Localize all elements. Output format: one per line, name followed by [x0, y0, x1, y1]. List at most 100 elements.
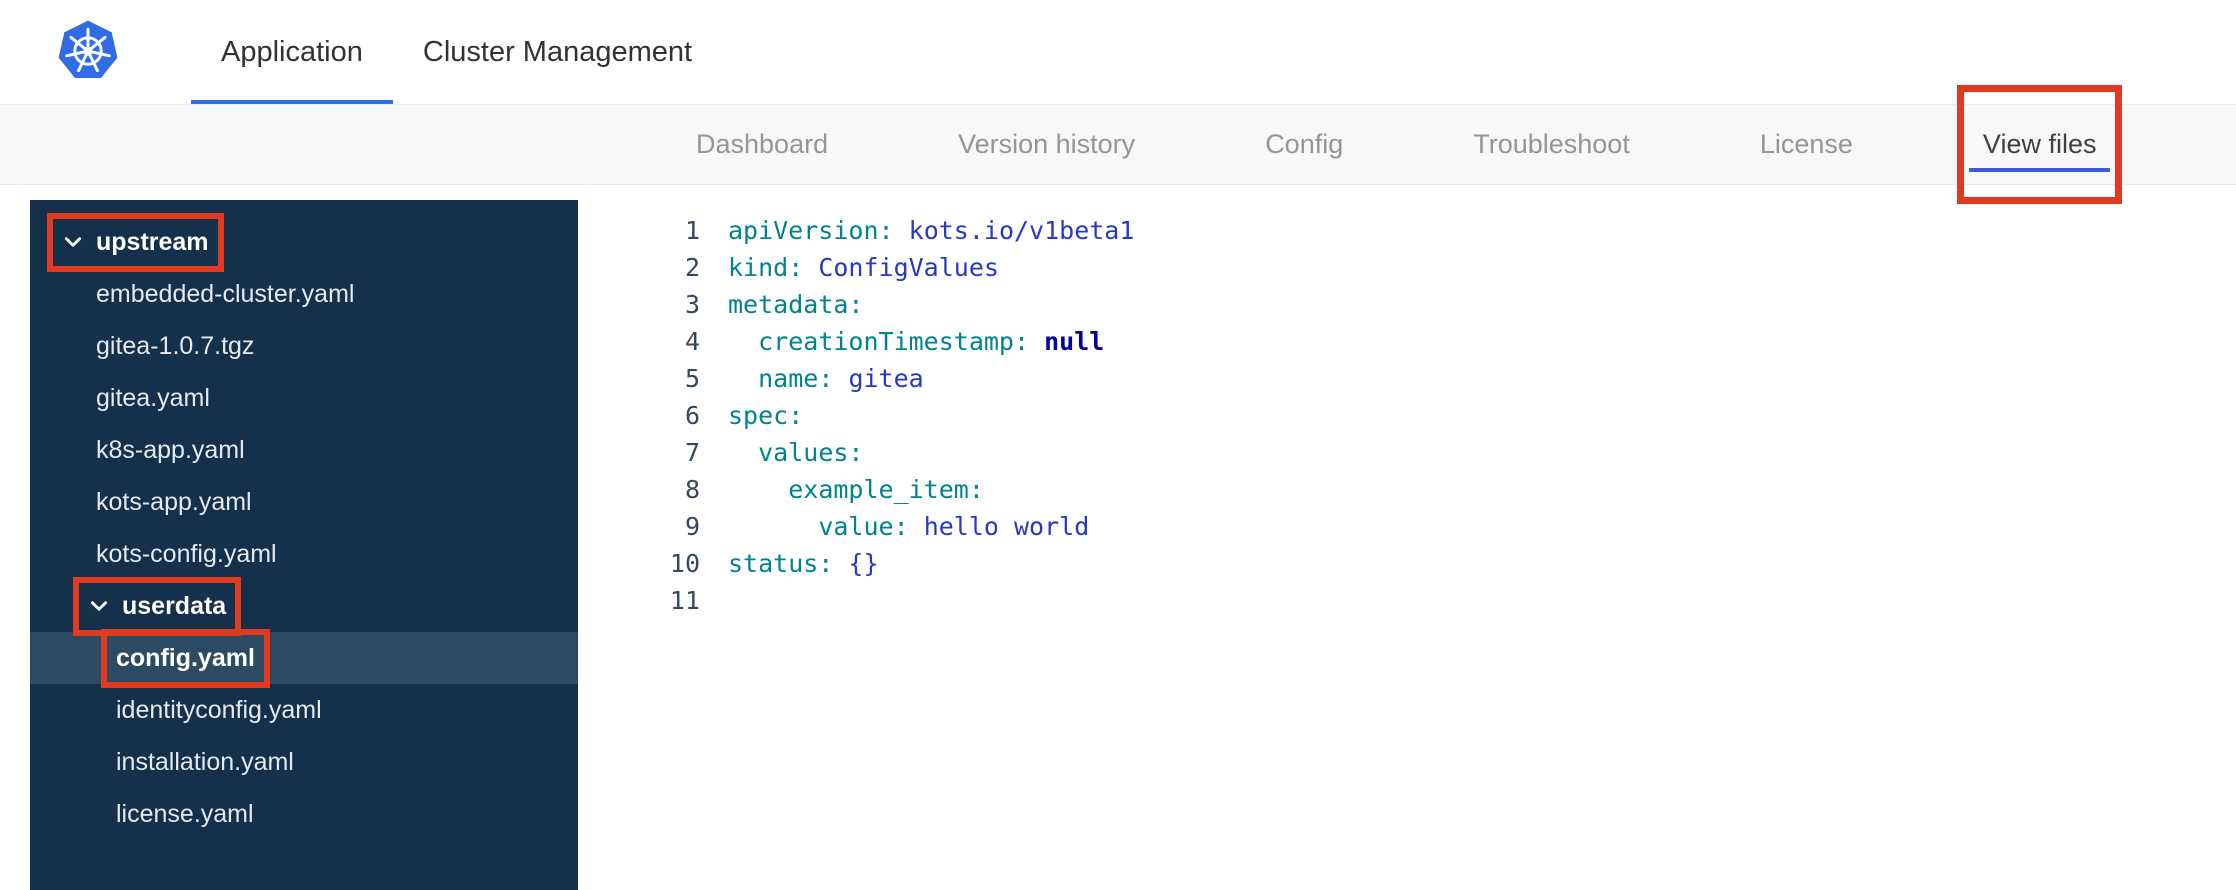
file-label: embedded-cluster.yaml: [96, 279, 355, 308]
code-token: creationTimestamp:: [758, 327, 1030, 356]
code-token: null: [1044, 327, 1105, 356]
top-tab-application[interactable]: Application: [191, 0, 393, 104]
code-token: name:: [758, 364, 834, 393]
nav-item-view-files[interactable]: View files: [1956, 85, 2123, 204]
tree-row-inner: upstream: [47, 212, 224, 272]
code-token: metadata:: [728, 290, 864, 319]
line-number: 7: [684, 438, 700, 467]
file-label: installation.yaml: [116, 747, 294, 776]
code-token: example_item:: [788, 475, 984, 504]
line-number: 10: [669, 549, 700, 578]
line-number: 2: [684, 253, 700, 282]
nav-item-troubleshoot[interactable]: Troubleshoot: [1467, 105, 1636, 184]
code-text: apiVersion: kots.io/v1beta1: [728, 212, 1134, 249]
nav-item-config[interactable]: Config: [1259, 105, 1349, 184]
code-line: 2 kind: ConfigValues: [578, 249, 2236, 286]
top-tab-cluster-management[interactable]: Cluster Management: [393, 0, 722, 104]
nav-item-version-history[interactable]: Version history: [952, 105, 1141, 184]
file-label: license.yaml: [116, 799, 254, 828]
chevron-down-icon: [88, 595, 110, 617]
code-text: values:: [728, 434, 863, 471]
code-line: 5 name: gitea: [578, 360, 2236, 397]
code-line: 3 metadata:: [578, 286, 2236, 323]
file-tree-folder-upstream[interactable]: upstream: [30, 212, 578, 272]
file-label: gitea.yaml: [96, 383, 210, 412]
code-token: apiVersion:: [728, 216, 894, 245]
file-tree-file-license-yaml[interactable]: license.yaml: [30, 788, 578, 840]
line-number: 5: [684, 364, 700, 393]
tree-row-inner: k8s-app.yaml: [96, 436, 245, 465]
tree-row-inner: embedded-cluster.yaml: [96, 280, 354, 309]
tree-row-inner: kots-app.yaml: [96, 488, 252, 517]
tree-row-inner: config.yaml: [101, 628, 270, 688]
code-text: name: gitea: [728, 360, 924, 397]
file-label: kots-app.yaml: [96, 487, 252, 516]
nav-item-label: Config: [1265, 129, 1344, 159]
code-text: spec:: [728, 397, 803, 434]
code-text: kind: ConfigValues: [728, 249, 999, 286]
code-line: 7 values:: [578, 434, 2236, 471]
file-tree-file-kots-config-yaml[interactable]: kots-config.yaml: [30, 528, 578, 580]
file-tree-file-identityconfig-yaml[interactable]: identityconfig.yaml: [30, 684, 578, 736]
code-line: 4 creationTimestamp: null: [578, 323, 2236, 360]
file-tree-file-gitea-yaml[interactable]: gitea.yaml: [30, 372, 578, 424]
code-text: creationTimestamp: null: [728, 323, 1104, 360]
file-label: k8s-app.yaml: [96, 435, 245, 464]
code-line: 11: [578, 582, 2236, 619]
line-number: 9: [684, 512, 700, 541]
code-line: 1 apiVersion: kots.io/v1beta1: [578, 212, 2236, 249]
nav-item-license[interactable]: License: [1754, 105, 1859, 184]
code-token: spec:: [728, 401, 804, 430]
file-tree-file-config-yaml[interactable]: config.yaml: [30, 628, 578, 688]
content-area: upstream embedded-cluster.yaml gitea-1.0…: [0, 185, 2236, 890]
code-token: status:: [728, 549, 834, 578]
folder-label: upstream: [96, 227, 209, 256]
top-tab-label: Application: [221, 35, 363, 68]
nav-item-dashboard[interactable]: Dashboard: [690, 105, 834, 184]
line-number: 4: [684, 327, 700, 356]
top-tabs: Application Cluster Management: [191, 0, 722, 104]
code-token: {}: [848, 549, 879, 578]
nav-item-label: Version history: [958, 129, 1136, 159]
chevron-down-icon: [62, 231, 84, 253]
folder-label: userdata: [122, 591, 227, 620]
file-tree-file-gitea-1-0-7-tgz[interactable]: gitea-1.0.7.tgz: [30, 320, 578, 372]
nav-item-label: Dashboard: [696, 129, 829, 159]
code-editor[interactable]: 1 apiVersion: kots.io/v1beta1 2 kind: Co…: [578, 200, 2236, 890]
code-text: status: {}: [728, 545, 879, 582]
code-token: values:: [758, 438, 864, 467]
line-number: 6: [684, 401, 700, 430]
code-token: kots.io/v1beta1: [908, 216, 1135, 245]
file-tree-file-embedded-cluster-yaml[interactable]: embedded-cluster.yaml: [30, 268, 578, 320]
nav-item-label: Troubleshoot: [1473, 129, 1630, 159]
top-tab-label: Cluster Management: [422, 35, 693, 68]
tree-row-inner: gitea.yaml: [96, 384, 210, 413]
code-token: kind:: [728, 253, 804, 282]
file-label: identityconfig.yaml: [116, 695, 322, 724]
file-tree-file-kots-app-yaml[interactable]: kots-app.yaml: [30, 476, 578, 528]
file-tree-file-k8s-app-yaml[interactable]: k8s-app.yaml: [30, 424, 578, 476]
top-header: Application Cluster Management: [0, 0, 2236, 105]
code-token: ConfigValues: [818, 253, 999, 282]
file-tree[interactable]: upstream embedded-cluster.yaml gitea-1.0…: [30, 200, 578, 890]
file-label: kots-config.yaml: [96, 539, 277, 568]
file-tree-folder-userdata[interactable]: userdata: [30, 576, 578, 636]
line-number: 1: [684, 216, 700, 245]
kubernetes-logo[interactable]: [55, 18, 121, 84]
tree-row-inner: gitea-1.0.7.tgz: [96, 332, 254, 361]
nav-item-label: View files: [1982, 129, 2097, 159]
line-number: 8: [684, 475, 700, 504]
tree-row-inner: kots-config.yaml: [96, 540, 277, 569]
file-tree-file-installation-yaml[interactable]: installation.yaml: [30, 736, 578, 788]
file-label: gitea-1.0.7.tgz: [96, 331, 255, 360]
tree-row-inner: installation.yaml: [116, 748, 294, 777]
code-token: value:: [818, 512, 909, 541]
